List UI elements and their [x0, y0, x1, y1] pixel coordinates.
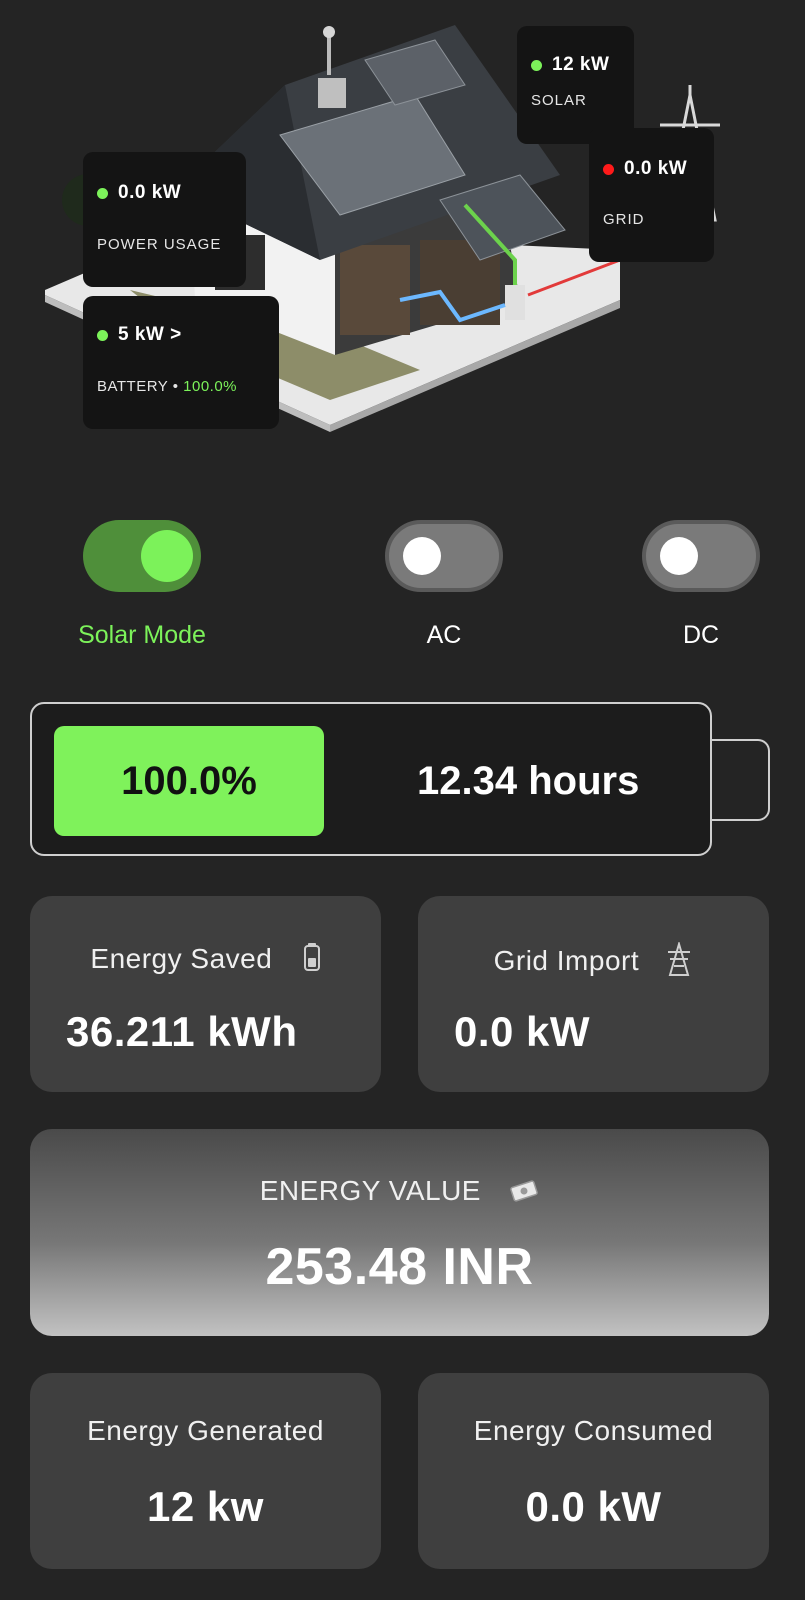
solar-mode-toggle[interactable]: [83, 520, 201, 592]
grid-status-dot: [603, 163, 614, 175]
energy-generated-value: 12 kw: [147, 1483, 264, 1530]
battery-status-dot: [97, 329, 108, 341]
energy-value-title: ENERGY VALUE: [259, 1175, 481, 1206]
solar-status-card: 12 kW SOLAR: [517, 26, 634, 144]
money-icon: [510, 1180, 539, 1202]
battery-terminal: [712, 739, 770, 821]
toggle-knob: [141, 530, 193, 582]
power-usage-dot: [97, 187, 108, 199]
transmission-tower-icon: [668, 940, 691, 976]
battery-icon: [303, 943, 320, 971]
energy-saved-title: Energy Saved: [90, 943, 273, 974]
solar-value: 12 kW: [552, 54, 610, 75]
grid-value: 0.0 kW: [624, 158, 688, 179]
battery-indicator: 100.0% 12.34 hours: [30, 702, 712, 856]
power-usage-value: 0.0 kW: [118, 182, 182, 203]
energy-generated-title: Energy Generated: [87, 1415, 324, 1446]
solar-mode-label: Solar Mode: [78, 621, 206, 649]
energy-value-card[interactable]: ENERGY VALUE 253.48 INR: [30, 1129, 769, 1336]
solar-status-dot: [531, 59, 542, 71]
power-usage-card: 0.0 kW POWER USAGE: [83, 152, 246, 287]
energy-consumed-title: Energy Consumed: [473, 1415, 714, 1446]
energy-saved-card[interactable]: Energy Saved 36.211 kWh: [30, 896, 381, 1092]
house-illustration: 12 kW SOLAR 0.0 kW GRID 0.0 kW POWER USA…: [0, 0, 805, 450]
solar-label: SOLAR: [531, 92, 587, 109]
toggle-knob: [403, 537, 441, 575]
toggle-knob: [660, 537, 698, 575]
dc-toggle[interactable]: [642, 520, 760, 592]
energy-value-amount: 253.48 INR: [265, 1238, 534, 1296]
battery-status-card[interactable]: 5 kW > BATTERY • 100.0%: [83, 296, 279, 429]
energy-consumed-card[interactable]: Energy Consumed 0.0 kW: [418, 1373, 769, 1569]
grid-import-card[interactable]: Grid Import 0.0 kW: [418, 896, 769, 1092]
grid-status-card: 0.0 kW GRID: [589, 128, 714, 262]
grid-import-title: Grid Import: [493, 945, 640, 976]
energy-consumed-value: 0.0 kW: [525, 1483, 662, 1530]
battery-percent-text: 100.0%: [121, 759, 257, 803]
energy-saved-value: 36.211 kWh: [66, 1008, 298, 1055]
battery-label: BATTERY: [97, 378, 169, 395]
dc-label: DC: [682, 621, 720, 649]
grid-label: GRID: [603, 211, 645, 228]
grid-import-value: 0.0 kW: [454, 1008, 591, 1055]
battery-separator: •: [172, 378, 179, 395]
energy-generated-card[interactable]: Energy Generated 12 kw: [30, 1373, 381, 1569]
battery-remaining-hours: 12.34 hours: [417, 759, 640, 803]
ac-toggle[interactable]: [385, 520, 503, 592]
battery-power-value: 5 kW >: [118, 324, 182, 345]
battery-percent: 100.0%: [183, 378, 238, 395]
power-usage-label: POWER USAGE: [97, 236, 222, 253]
ac-label: AC: [426, 621, 462, 649]
